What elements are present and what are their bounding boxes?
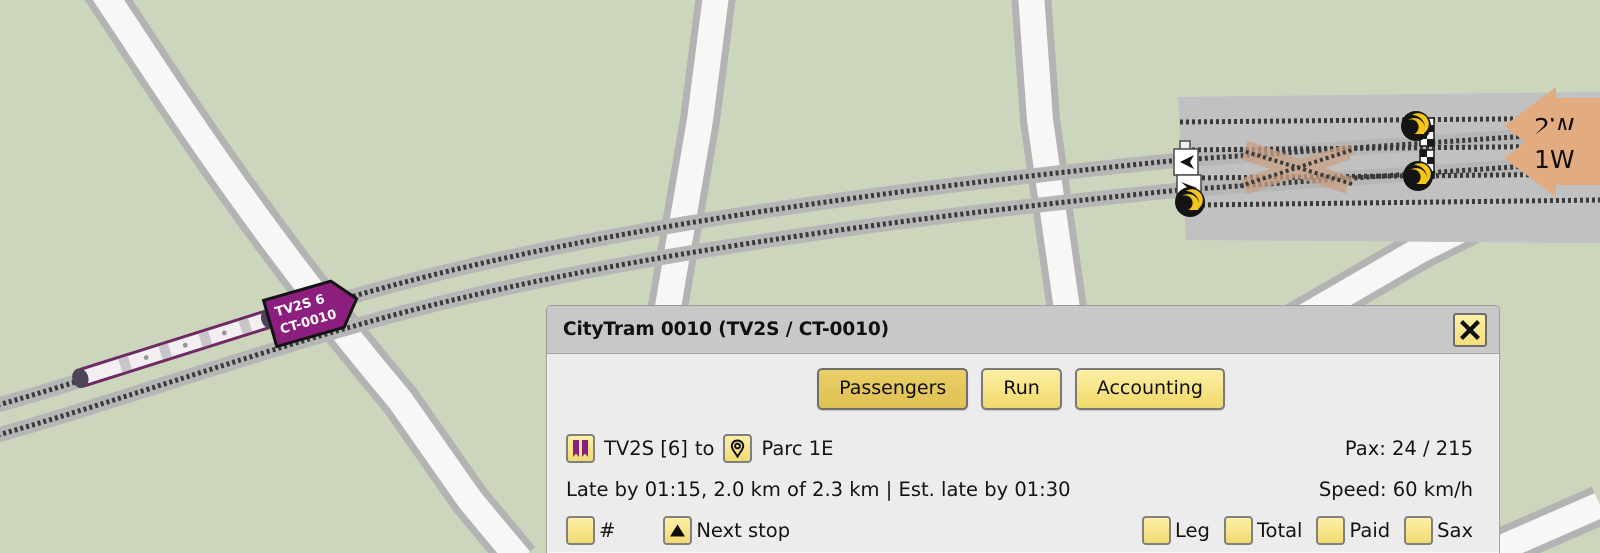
toggle-leg-box[interactable] <box>1142 515 1172 545</box>
toggle-sax-group: Sax <box>1404 515 1473 545</box>
toggle-total-group: Total <box>1223 515 1303 545</box>
speed-value: Speed: 60 km/h <box>1318 478 1473 501</box>
toggle-total-box[interactable] <box>1223 515 1253 545</box>
status-row-left: Late by 01:15, 2.0 km of 2.3 km | Est. l… <box>566 478 1319 501</box>
simulation-map-screen: 2W 1W <box>0 0 1600 553</box>
route-to-label: Parc 1E <box>761 436 834 460</box>
route-row-left: TV2S [6] to Parc 1E <box>566 433 1345 463</box>
toggle-sax-box[interactable] <box>1404 515 1434 545</box>
toggle-hash-label: # <box>599 518 616 542</box>
toggle-sax-label: Sax <box>1437 518 1473 542</box>
pax-readout: Pax: 24 / 215 <box>1345 437 1481 460</box>
toggle-next-stop-group: Next stop <box>663 515 791 545</box>
toggle-row: # Next stop Leg Total Paid Sax <box>561 510 1481 550</box>
tab-passengers[interactable]: Passengers <box>817 368 969 410</box>
status-text: Late by 01:15, 2.0 km of 2.3 km | Est. l… <box>566 478 1071 501</box>
close-button[interactable] <box>1453 312 1487 347</box>
toggle-paid-label: Paid <box>1349 518 1391 542</box>
toggle-leg-group: Leg <box>1142 515 1210 545</box>
route-row: TV2S [6] to Parc 1E Pax: 24 / 215 <box>561 427 1481 469</box>
speed-readout: Speed: 60 km/h <box>1319 478 1481 501</box>
toggle-row-left: # Next stop <box>566 515 1142 545</box>
triangle-up-icon <box>670 524 686 536</box>
tram-line-glyph <box>573 439 588 457</box>
toggle-paid-group: Paid <box>1316 515 1391 545</box>
tab-accounting[interactable]: Accounting <box>1074 368 1225 410</box>
map-pin-glyph <box>731 438 745 458</box>
close-icon <box>1460 319 1480 340</box>
toggle-next-stop-label: Next stop <box>696 518 791 542</box>
vehicle-info-panel: CityTram 0010 (TV2S / CT-0010) Passenger… <box>546 305 1500 553</box>
panel-title: CityTram 0010 (TV2S / CT-0010) <box>563 319 889 340</box>
toggle-leg-label: Leg <box>1175 518 1210 542</box>
toggle-row-right: Leg Total Paid Sax <box>1142 515 1481 545</box>
tram-line-icon[interactable] <box>566 433 595 463</box>
zone-arrow-1w-label: 1W <box>1534 145 1575 174</box>
route-from-label: TV2S [6] <box>604 436 688 460</box>
toggle-paid-box[interactable] <box>1316 515 1346 545</box>
status-row: Late by 01:15, 2.0 km of 2.3 km | Est. l… <box>561 469 1481 510</box>
panel-titlebar: CityTram 0010 (TV2S / CT-0010) <box>547 306 1499 354</box>
tab-run[interactable]: Run <box>981 368 1062 410</box>
switch-indicator-lower[interactable] <box>1175 174 1205 217</box>
map-pin-icon[interactable] <box>723 433 753 463</box>
toggle-next-stop-box[interactable] <box>663 515 693 545</box>
signal-upper-right[interactable] <box>1401 111 1431 141</box>
route-connector: to <box>694 436 715 460</box>
toggle-hash-group: # <box>566 515 616 545</box>
panel-tab-row: Passengers Run Accounting <box>561 368 1481 410</box>
signal-lower-right[interactable] <box>1403 161 1433 191</box>
pax-value: Pax: 24 / 215 <box>1344 436 1473 460</box>
panel-body: Passengers Run Accounting TV2S [6] to Pa… <box>547 354 1499 553</box>
toggle-hash-box[interactable] <box>566 515 595 545</box>
toggle-total-label: Total <box>1256 518 1303 542</box>
